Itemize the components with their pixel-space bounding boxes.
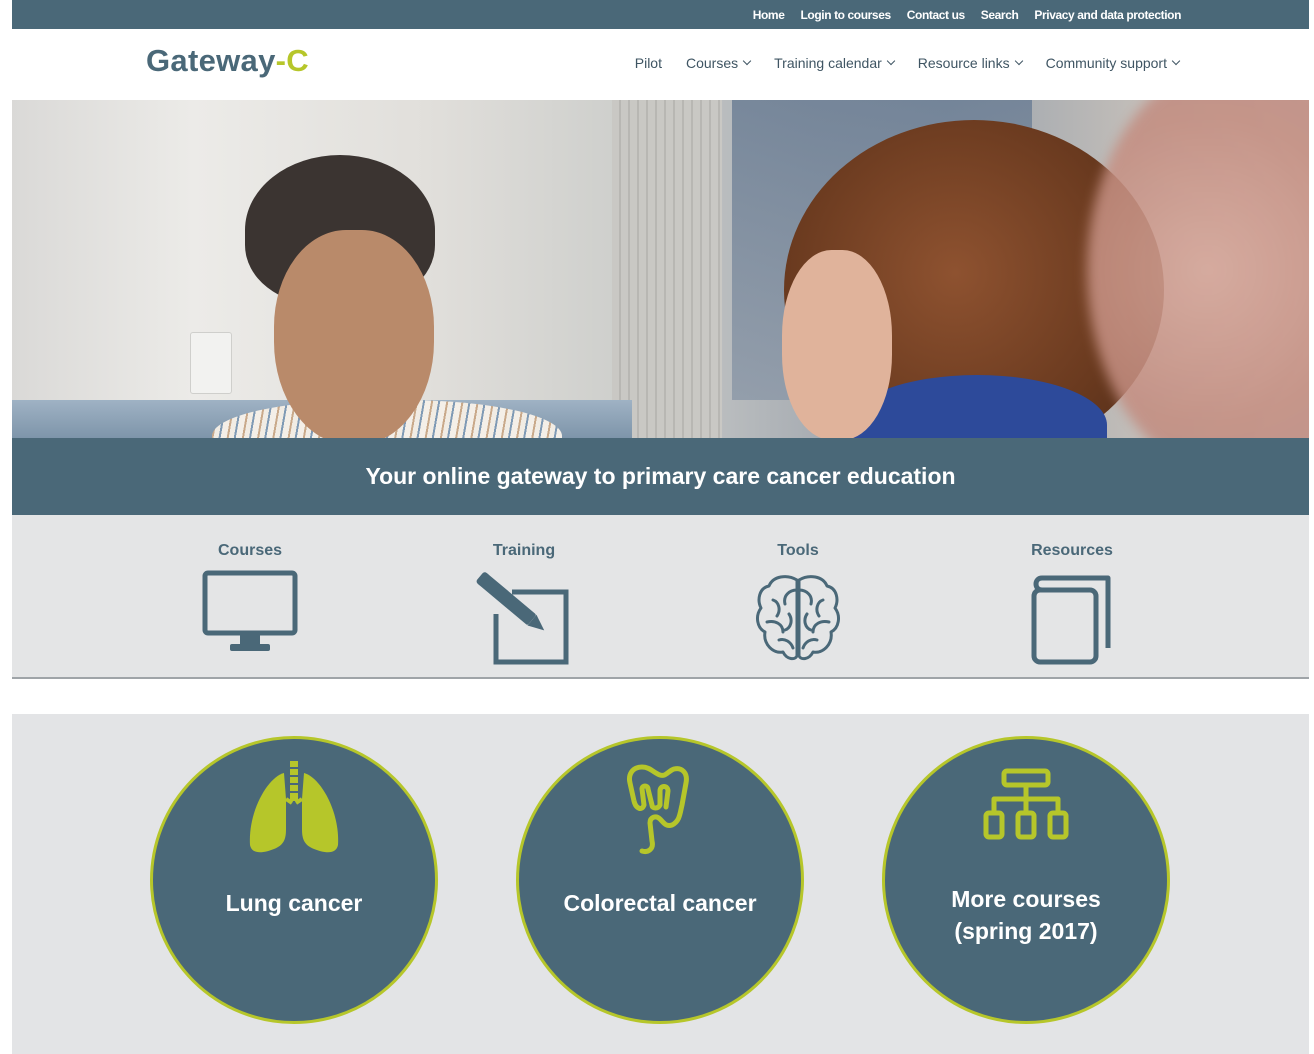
nav-label: Courses	[685, 55, 739, 71]
hero-dispenser	[190, 332, 232, 394]
nav-label: Resource links	[917, 55, 1010, 71]
feature-row: Courses Training Tools Resources	[12, 515, 1309, 679]
brain-icon	[756, 575, 840, 661]
tagline-banner: Your online gateway to primary care canc…	[12, 438, 1309, 515]
contact-link[interactable]: Contact us	[907, 8, 965, 22]
home-link[interactable]: Home	[753, 8, 785, 22]
hero-blind	[612, 100, 722, 438]
nav-pilot[interactable]: Pilot	[635, 55, 662, 71]
course-lung-cancer[interactable]: Lung cancer	[150, 736, 438, 1024]
nav-community-support[interactable]: Community support	[1045, 55, 1181, 71]
course-label: Colorectal cancer	[563, 890, 757, 916]
feature-courses[interactable]: Courses	[160, 515, 340, 658]
feature-label: Training	[492, 542, 556, 559]
tagline: Your online gateway to primary care canc…	[365, 463, 956, 489]
site-logo[interactable]: Gateway-C	[146, 43, 309, 79]
chevron-down-icon	[1014, 56, 1023, 66]
lungs-icon	[249, 761, 339, 853]
hero-man-face	[274, 230, 434, 438]
chevron-down-icon	[1171, 56, 1181, 66]
feature-resources[interactable]: Resources	[982, 515, 1162, 668]
chevron-down-icon	[886, 56, 896, 66]
colon-icon	[627, 764, 689, 854]
nav-training-calendar[interactable]: Training calendar	[774, 55, 896, 71]
top-utility-bar: Home Login to courses Contact us Search …	[12, 0, 1309, 29]
search-link[interactable]: Search	[981, 8, 1019, 22]
main-nav: Pilot Courses Training calendar Resource…	[635, 55, 1181, 71]
logo-c: -C	[275, 43, 309, 78]
course-colorectal-cancer[interactable]: Colorectal cancer	[516, 736, 804, 1024]
nav-courses[interactable]: Courses	[685, 55, 752, 71]
courses-section: Lung cancer Colorectal cancer More cours…	[12, 714, 1309, 1054]
feature-tools[interactable]: Tools	[708, 515, 888, 666]
pencil-icon	[476, 572, 569, 665]
feature-label: Tools	[777, 542, 819, 559]
monitor-icon	[202, 570, 298, 651]
login-link[interactable]: Login to courses	[800, 8, 891, 22]
hero-blurred-person	[1087, 100, 1309, 438]
nav-label: Training calendar	[774, 55, 882, 71]
course-label: More courses (spring 2017)	[951, 886, 1101, 944]
feature-label: Resources	[1031, 542, 1113, 559]
logo-text: Gateway	[146, 43, 276, 78]
site-header: Gateway-C Pilot Courses Training calenda…	[12, 29, 1309, 100]
course-more-courses[interactable]: More courses (spring 2017)	[882, 736, 1170, 1024]
nav-label: Pilot	[634, 55, 662, 71]
hero-image	[12, 100, 1309, 438]
chevron-down-icon	[742, 56, 752, 66]
utility-links: Home Login to courses Contact us Search …	[753, 0, 1182, 29]
privacy-link[interactable]: Privacy and data protection	[1034, 8, 1181, 22]
nav-label: Community support	[1045, 55, 1167, 71]
sitemap-icon	[983, 768, 1069, 840]
course-label: Lung cancer	[225, 890, 363, 916]
feature-label: Courses	[217, 542, 283, 559]
book-icon	[1031, 575, 1111, 665]
nav-resource-links[interactable]: Resource links	[917, 55, 1023, 71]
hero-woman-face	[782, 250, 892, 438]
feature-training[interactable]: Training	[434, 515, 614, 668]
